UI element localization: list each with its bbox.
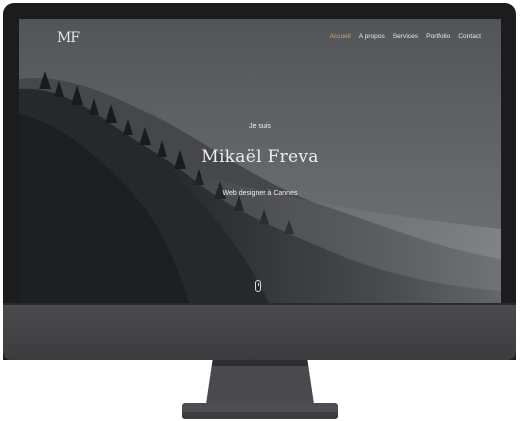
nav-item-portfolio[interactable]: Portfolio <box>426 33 450 40</box>
nav-item-contact[interactable]: Contact <box>458 33 481 40</box>
nav-item-services[interactable]: Services <box>393 33 418 40</box>
hero-intro: Je suis <box>249 123 271 130</box>
mouse-scroll-icon[interactable] <box>255 280 261 292</box>
nav-item-accueil[interactable]: Accueil <box>329 33 350 40</box>
monitor-chin <box>3 305 516 360</box>
nav-item-a-propos[interactable]: A propos <box>359 33 385 40</box>
hero-name: Mikaël Freva <box>201 147 319 167</box>
monitor-screen: MF Accueil A propos Services Portfolio C… <box>19 19 501 303</box>
site-logo[interactable]: MF <box>57 30 80 46</box>
hero-subtitle: Web designer à Cannes <box>222 190 298 197</box>
site-nav: Accueil A propos Services Portfolio Cont… <box>329 33 481 40</box>
